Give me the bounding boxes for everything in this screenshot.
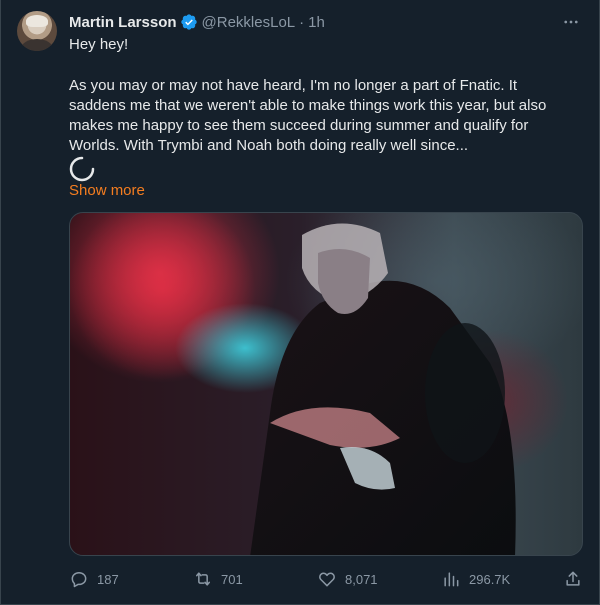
heart-icon <box>317 569 337 589</box>
more-horizontal-icon[interactable] <box>561 12 581 32</box>
reply-button[interactable]: 187 <box>69 566 119 592</box>
avatar-body <box>21 39 53 51</box>
avatar-hair <box>26 15 48 27</box>
loading-spinner-icon <box>69 156 95 182</box>
reply-count: 187 <box>97 571 119 587</box>
tweet-media-photo[interactable] <box>69 212 583 556</box>
tweet-actions: 187 701 8,071 296.7K <box>69 566 583 592</box>
retweet-icon <box>193 569 213 589</box>
like-count: 8,071 <box>345 571 378 587</box>
views-button[interactable]: 296.7K <box>441 566 510 592</box>
share-button[interactable] <box>563 566 583 592</box>
reply-icon <box>69 569 89 589</box>
verified-badge-icon <box>180 13 198 31</box>
tweet-card[interactable]: Martin Larsson @RekklesLoL · 1h Hey hey!… <box>0 0 600 605</box>
tweet-paragraph-body: As you may or may not have heard, I'm no… <box>69 77 547 154</box>
share-icon <box>563 569 583 589</box>
tweet-timestamp[interactable]: 1h <box>308 14 325 31</box>
separator-dot: · <box>299 13 305 31</box>
like-button[interactable]: 8,071 <box>317 566 378 592</box>
author-name[interactable]: Martin Larsson <box>69 14 177 31</box>
author-handle[interactable]: @RekklesLoL <box>202 14 296 31</box>
views-count: 296.7K <box>469 571 511 587</box>
tweet-paragraph-greeting: Hey hey! <box>69 36 129 53</box>
avatar[interactable] <box>17 11 57 51</box>
views-chart-icon <box>441 569 461 589</box>
tweet-header: Martin Larsson @RekklesLoL · 1h <box>69 12 325 32</box>
retweet-count: 701 <box>221 571 243 587</box>
show-more-link[interactable]: Show more <box>69 182 145 199</box>
tweet-text: Hey hey! As you may or may not have hear… <box>69 35 569 156</box>
retweet-button[interactable]: 701 <box>193 566 243 592</box>
